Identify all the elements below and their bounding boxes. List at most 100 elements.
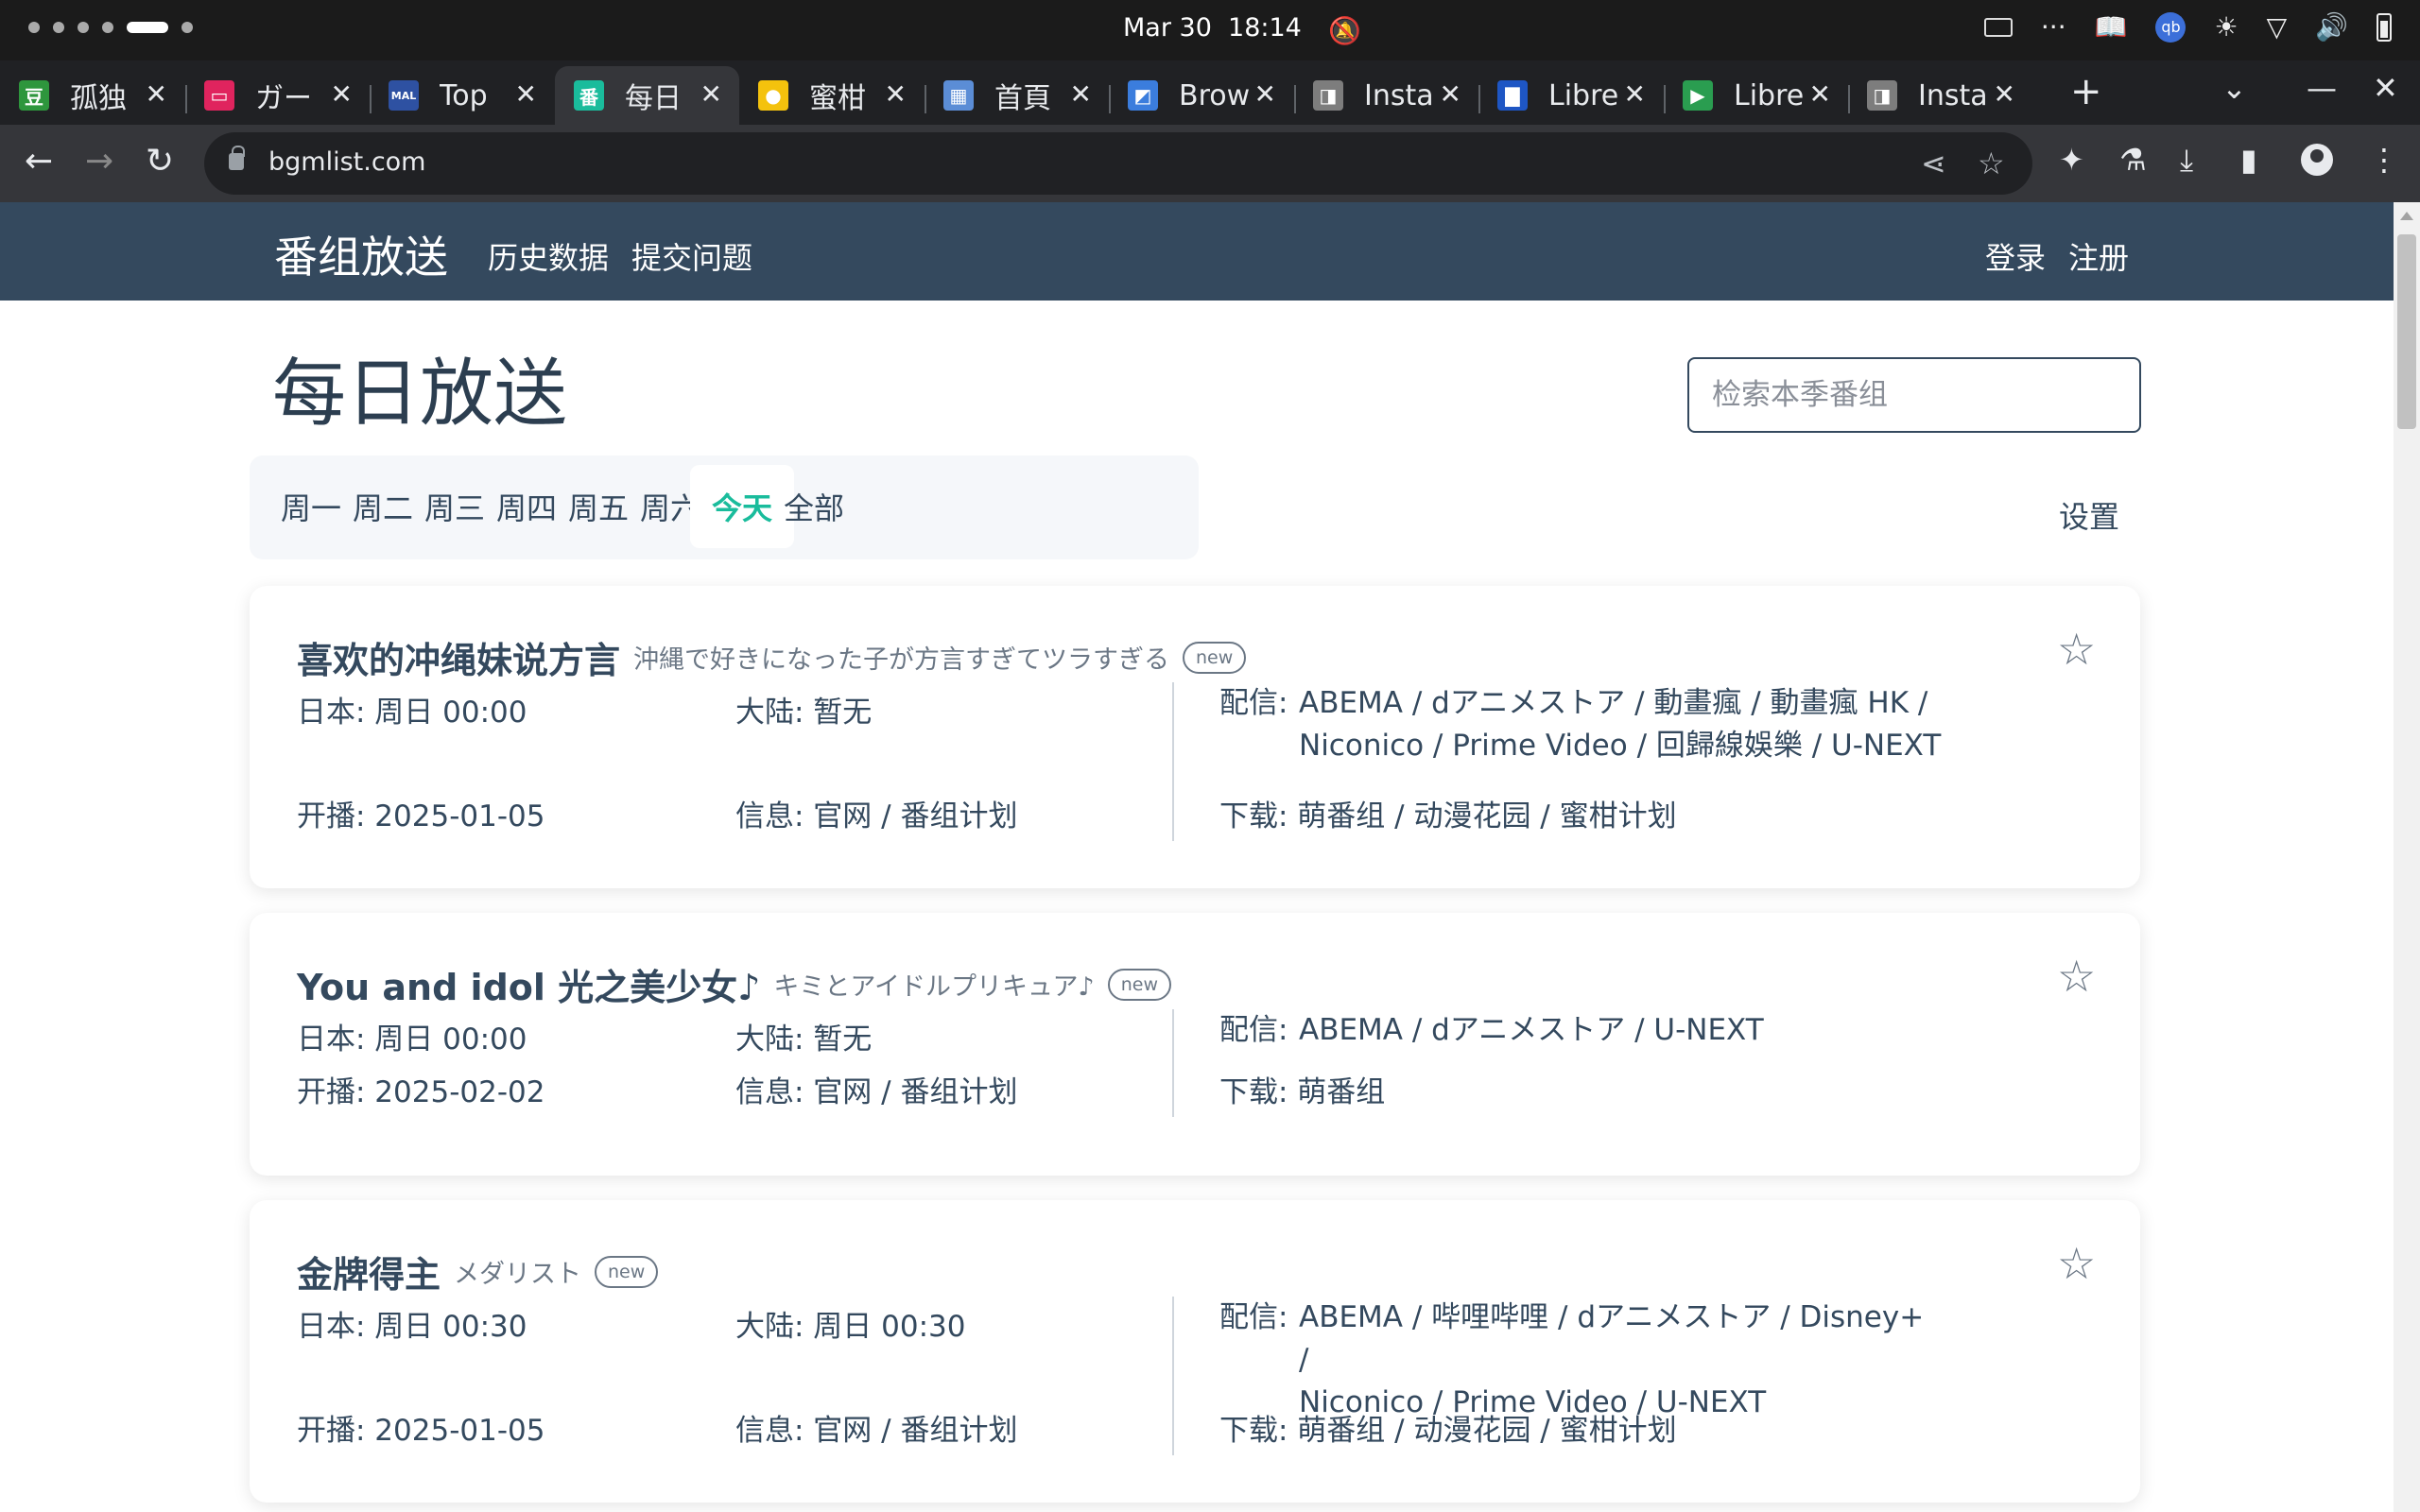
volume-icon[interactable]: 🔊 xyxy=(2315,11,2348,43)
info-links[interactable]: 信息: 官网 / 番组计划 xyxy=(735,1068,1017,1110)
tab-close-icon[interactable]: ✕ xyxy=(700,78,722,110)
tab-close-icon[interactable]: ✕ xyxy=(1994,78,2015,110)
tab-close-icon[interactable]: ✕ xyxy=(146,78,167,110)
show-title-cn[interactable]: 金牌得主 xyxy=(297,1246,441,1297)
tab-search-chevron-icon[interactable]: ⌄ xyxy=(2221,70,2247,106)
browser-tab[interactable]: ◨ Insta ✕ xyxy=(1848,66,2032,125)
info-links[interactable]: 信息: 官网 / 番组计划 xyxy=(735,792,1017,834)
workspace-indicator[interactable] xyxy=(28,22,193,33)
close-window-button[interactable]: ✕ xyxy=(2373,70,2398,106)
browser-tab[interactable]: ● 蜜柑 ✕ xyxy=(739,66,924,125)
workspace-dot[interactable] xyxy=(102,22,113,33)
tab-title[interactable]: Libre xyxy=(1734,79,1811,112)
download-links[interactable]: 下载: 萌番组 / 动漫花园 / 蜜柑计划 xyxy=(1219,792,1677,834)
japan-airtime: 日本: 周日 00:00 xyxy=(297,1022,527,1057)
favorite-star-icon[interactable]: ☆ xyxy=(2057,1238,2096,1289)
workspace-dot[interactable] xyxy=(78,22,89,33)
lock-icon[interactable] xyxy=(229,146,245,170)
battery-icon[interactable] xyxy=(2377,12,2392,42)
browser-tab[interactable]: ▭ ガー ✕ xyxy=(185,66,370,125)
qbittorrent-icon[interactable]: qb xyxy=(2155,11,2187,43)
download-icon[interactable]: ⤓ xyxy=(2180,142,2193,179)
tab-close-icon[interactable]: ✕ xyxy=(331,78,353,110)
workspace-dot[interactable] xyxy=(53,22,64,33)
tab-title[interactable]: 首頁 xyxy=(994,75,1072,116)
browser-tab[interactable]: ▦ 首頁 ✕ xyxy=(925,66,1109,125)
scroll-up-arrow-icon[interactable] xyxy=(2400,212,2413,220)
reload-button[interactable]: ↻ xyxy=(146,142,174,180)
tab-day[interactable]: 全部 xyxy=(762,465,866,548)
address-bar[interactable]: bgmlist.com ⋖ ☆ xyxy=(204,132,2032,195)
browser-tab[interactable]: 豆孤独 ✕ xyxy=(0,66,184,125)
browser-tab[interactable]: ▇ Libre ✕ xyxy=(1478,66,1663,125)
notifications-muted-icon[interactable]: 🔕 xyxy=(1328,15,1361,46)
side-panel-icon[interactable]: ▮ xyxy=(2240,142,2257,178)
favorite-star-icon[interactable]: ☆ xyxy=(2057,624,2096,675)
back-button[interactable]: ← xyxy=(25,142,53,180)
new-tab-button[interactable]: + xyxy=(2070,70,2102,113)
wifi-icon[interactable]: ▽ xyxy=(2267,11,2288,43)
tab-close-icon[interactable]: ✕ xyxy=(1624,78,1646,110)
labs-icon[interactable]: ⚗ xyxy=(2119,142,2147,178)
keyboard-icon[interactable] xyxy=(1983,17,2013,37)
tab-close-icon[interactable]: ✕ xyxy=(1440,78,1461,110)
share-icon[interactable]: ⋖ xyxy=(1921,146,1946,181)
favorite-star-icon[interactable]: ☆ xyxy=(2057,951,2096,1002)
url-text[interactable]: bgmlist.com xyxy=(268,147,425,177)
browser-tab[interactable]: ▶ Libre ✕ xyxy=(1664,66,1848,125)
streaming-line[interactable]: ABEMA / dアニメストア / 動畫瘋 / 動畫瘋 HK / xyxy=(1299,682,1942,725)
workspace-dot[interactable] xyxy=(182,22,193,33)
tab-title[interactable]: Insta xyxy=(1918,79,1996,112)
tab-title[interactable]: Libre xyxy=(1548,79,1626,112)
show-title-cn[interactable]: 喜欢的冲绳妹说方言 xyxy=(297,631,620,683)
info-links[interactable]: 信息: 官网 / 番组计划 xyxy=(735,1406,1017,1449)
column-divider xyxy=(1172,1009,1174,1117)
scrollbar-thumb[interactable] xyxy=(2397,234,2416,429)
register-link[interactable]: 注册 xyxy=(2068,234,2129,278)
streaming-line[interactable]: Niconico / Prime Video / 回歸線娛樂 / U-NEXT xyxy=(1299,725,1942,767)
tab-title[interactable]: 每日 xyxy=(625,75,702,116)
site-brand[interactable]: 番组放送 xyxy=(274,223,448,285)
login-link[interactable]: 登录 xyxy=(1985,234,2046,278)
forward-button[interactable]: → xyxy=(85,142,113,180)
tab-close-icon[interactable]: ✕ xyxy=(885,78,907,110)
tab-close-icon[interactable]: ✕ xyxy=(515,78,537,110)
tab-title[interactable]: Brow xyxy=(1179,79,1256,112)
tab-title[interactable]: Top xyxy=(440,79,517,112)
page-scrollbar[interactable] xyxy=(2394,202,2420,1512)
minimize-window-button[interactable]: — xyxy=(2307,70,2337,106)
settings-link[interactable]: 设置 xyxy=(2059,493,2119,537)
browser-tab[interactable]: ◩ Brow ✕ xyxy=(1109,66,1293,125)
show-title-cn[interactable]: You and idol 光之美少女♪ xyxy=(297,958,760,1010)
profile-avatar[interactable] xyxy=(2301,144,2333,176)
extensions-icon[interactable]: ✦ xyxy=(2059,142,2084,178)
bookmark-star-icon[interactable]: ☆ xyxy=(1978,146,2005,181)
tab-title[interactable]: 蜜柑 xyxy=(809,75,887,116)
tab-title[interactable]: 孤独 xyxy=(70,75,147,116)
streaming-line[interactable]: ABEMA / 哔哩哔哩 / dアニメストア / Disney+ / xyxy=(1299,1297,1942,1382)
book-icon[interactable]: 📖 xyxy=(2095,11,2128,43)
download-links[interactable]: 下载: 萌番组 / 动漫花园 / 蜜柑计划 xyxy=(1219,1406,1677,1449)
tab-close-icon[interactable]: ✕ xyxy=(1070,78,1092,110)
mainland-airtime: 大陆: 暂无 xyxy=(735,1022,873,1057)
system-tray[interactable]: ··· 📖 qb ☀ ▽ 🔊 xyxy=(1983,11,2392,43)
nav-history-link[interactable]: 历史数据 xyxy=(488,234,609,278)
download-links[interactable]: 下载: 萌番组 xyxy=(1219,1068,1385,1110)
tab-title[interactable]: ガー xyxy=(255,75,333,116)
tab-title[interactable]: Insta xyxy=(1364,79,1442,112)
system-clock[interactable]: Mar 30 18:14 xyxy=(1123,13,1302,43)
browser-tab[interactable]: 番每日 ✕ xyxy=(555,66,739,125)
search-input[interactable] xyxy=(1687,357,2141,433)
workspace-dot[interactable] xyxy=(28,22,40,33)
nav-issue-link[interactable]: 提交问题 xyxy=(631,234,752,278)
brightness-icon[interactable]: ☀ xyxy=(2214,11,2238,43)
browser-tab[interactable]: MAL Top ✕ xyxy=(370,66,554,125)
workspace-dot-active[interactable] xyxy=(127,22,168,33)
menu-kebab-icon[interactable]: ⋮ xyxy=(2369,142,2399,178)
tab-close-icon[interactable]: ✕ xyxy=(1809,78,1831,110)
streaming-line[interactable]: ABEMA / dアニメストア / U-NEXT xyxy=(1299,1009,1942,1052)
more-icon[interactable]: ··· xyxy=(2041,11,2066,43)
tab-close-icon[interactable]: ✕ xyxy=(1254,78,1276,110)
show-title-jp: キミとアイドルプリキュア♪ xyxy=(773,972,1095,1002)
browser-tab[interactable]: ◨ Insta ✕ xyxy=(1294,66,1478,125)
